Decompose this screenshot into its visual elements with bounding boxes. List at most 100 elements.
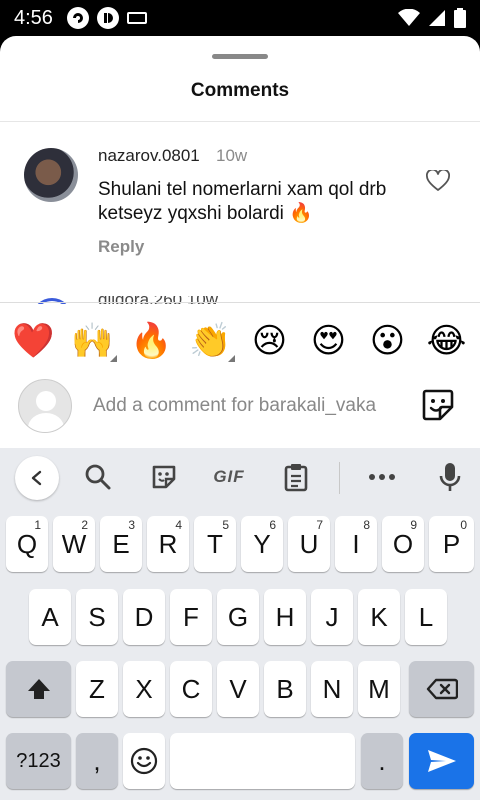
key-r[interactable]: R4 [147,516,189,572]
reply-button[interactable]: Reply [98,237,144,257]
key-hint: 1 [34,518,41,532]
avatar-head [36,391,56,411]
key-label: P [442,528,461,559]
key-e[interactable]: E3 [100,516,142,572]
search-icon[interactable] [80,462,116,492]
space-key[interactable] [170,733,355,789]
key-a[interactable]: A [29,589,71,645]
reaction-crying[interactable]: 😢 [244,320,296,362]
send-icon [427,750,456,772]
drag-handle[interactable] [212,54,268,59]
battery-icon [454,8,466,28]
comment-time: 10w [216,146,248,165]
key-hint: 9 [410,518,417,532]
backspace-icon [426,678,458,700]
key-q[interactable]: Q1 [6,516,48,572]
commenter-avatar[interactable] [24,148,78,202]
comment-input[interactable] [93,391,403,421]
send-key[interactable] [409,733,474,789]
emoji-key[interactable] [123,733,165,789]
app-notification-icon [66,7,89,29]
key-p[interactable]: P0 [429,516,474,572]
key-y[interactable]: Y6 [241,516,283,572]
key-c[interactable]: C [170,661,212,717]
system-icons [398,8,466,28]
comment-text: Shulani tel nomerlarni xam qol drb ketse… [98,179,387,224]
key-label: Q [16,528,38,559]
screen: 4:56 Comments nazarov.0801 10w Shulani t… [0,0,480,800]
chevron-left-icon[interactable] [15,456,59,500]
key-i[interactable]: I8 [335,516,377,572]
key-d[interactable]: D [123,589,165,645]
key-k[interactable]: K [358,589,400,645]
reaction-clapping[interactable]: 👏 [185,320,237,362]
sheet-title: Comments [190,80,290,101]
next-commenter-avatar[interactable] [32,298,72,304]
reaction-laughing[interactable]: 😂 [421,320,473,362]
key-g[interactable]: G [217,589,259,645]
comments-sheet: Comments nazarov.0801 10w Shulani tel no… [0,36,480,448]
shift-icon [27,679,50,699]
key-n[interactable]: N [311,661,353,717]
key-x[interactable]: X [123,661,165,717]
key-z[interactable]: Z [76,661,118,717]
reaction-heart-eyes[interactable]: 😍 [303,320,355,362]
key-b[interactable]: B [264,661,306,717]
reaction-surprised[interactable]: 😮 [362,320,414,362]
skin-tone-indicator [227,355,235,362]
key-t[interactable]: T5 [194,516,236,572]
avatar-body [28,413,64,432]
more-icon[interactable] [362,462,402,492]
microphone-icon[interactable] [432,462,468,492]
skin-tone-indicator [109,355,117,362]
key-hint: 7 [316,518,323,532]
comment-item: nazarov.0801 10w Shulani tel nomerlarni … [0,142,480,262]
key-u[interactable]: U7 [288,516,330,572]
sticker-keyboard-icon[interactable] [146,462,182,492]
key-label: I [352,528,360,559]
reaction-glyph: 👏 [189,321,232,361]
notification-icons [66,7,147,29]
backspace-key[interactable] [409,661,474,717]
key-j[interactable]: J [311,589,353,645]
smiley-icon [130,747,158,775]
key-label: W [61,528,87,559]
key-l[interactable]: L [405,589,447,645]
key-hint: 8 [363,518,370,532]
key-w[interactable]: W2 [53,516,95,572]
user-avatar [18,379,72,433]
app-notification-icon-2 [96,7,119,29]
period-key[interactable]: . [361,733,403,789]
like-heart-icon[interactable] [426,170,450,192]
divider [0,302,480,303]
symbols-key[interactable]: ?123 [6,733,71,789]
comment-composer [0,379,480,441]
sticker-icon[interactable] [420,387,456,423]
key-label: T [207,528,223,559]
key-m[interactable]: M [358,661,400,717]
comment-username[interactable]: nazarov.0801 [98,146,200,166]
key-s[interactable]: S [76,589,118,645]
keyboard-icon [126,12,147,24]
toolbar-separator [339,462,340,494]
key-label: U [299,528,319,559]
quick-reactions: ❤️ 🙌 🔥 👏 😢 😍 😮 😂 [0,320,480,362]
reaction-fire[interactable]: 🔥 [126,320,178,362]
key-h[interactable]: H [264,589,306,645]
reaction-heart[interactable]: ❤️ [8,320,60,362]
key-v[interactable]: V [217,661,259,717]
key-hint: 2 [81,518,88,532]
key-hint: 4 [175,518,182,532]
comma-key[interactable]: , [76,733,118,789]
reaction-raising-hands[interactable]: 🙌 [67,320,119,362]
key-f[interactable]: F [170,589,212,645]
key-o[interactable]: O9 [382,516,424,572]
key-label: R [158,528,178,559]
keyboard: GIF Q1 W2 E3 R4 T5 Y6 U7 I8 O9 P0 A S D … [0,448,480,800]
shift-key[interactable] [6,661,71,717]
gif-button[interactable]: GIF [206,462,252,492]
clipboard-icon[interactable] [278,462,314,492]
signal-icon [429,10,445,26]
keyboard-toolbar: GIF [0,448,480,506]
wifi-icon [398,9,420,26]
